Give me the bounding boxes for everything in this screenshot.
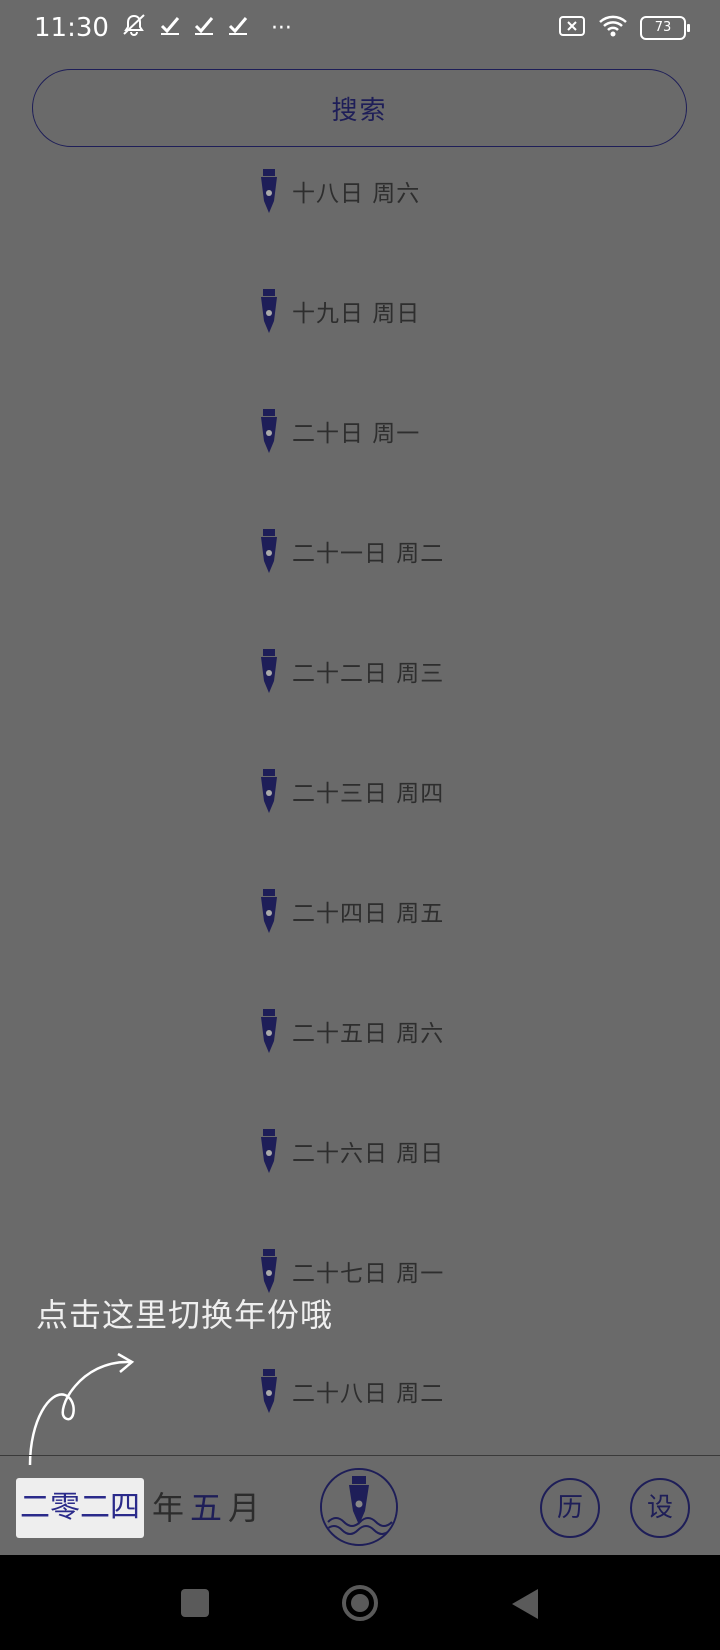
bottom-bar: 二零二四 年五月 历 设 — [0, 1455, 720, 1556]
search-label: 搜索 — [331, 95, 388, 126]
pen-nib-icon — [261, 1369, 277, 1413]
day-label: 二十二日 周三 — [292, 661, 445, 687]
mute-icon — [121, 13, 147, 43]
day-label: 二十三日 周四 — [292, 781, 445, 807]
pen-nib-icon — [261, 529, 277, 573]
month-value[interactable]: 五 — [190, 1489, 228, 1527]
sim-off-icon — [558, 15, 586, 41]
back-icon[interactable] — [510, 1587, 540, 1621]
battery-indicator: 73 — [640, 16, 690, 40]
pen-logo-button[interactable] — [320, 1468, 398, 1546]
check-icon — [159, 13, 181, 43]
check-icon — [227, 13, 249, 43]
day-label: 二十四日 周五 — [292, 901, 445, 927]
year-switch-button[interactable]: 二零二四 — [16, 1478, 144, 1538]
day-item[interactable]: 二十三日 周四 — [258, 766, 444, 816]
day-item[interactable]: 二十日 周一 — [258, 406, 420, 456]
pen-nib-icon — [261, 1009, 277, 1053]
pen-nib-icon — [261, 289, 277, 333]
home-icon[interactable] — [341, 1584, 379, 1622]
status-bar: 11:30 ··· 73 — [0, 0, 720, 56]
system-nav-bar — [0, 1555, 720, 1650]
recent-apps-icon[interactable] — [181, 1589, 209, 1617]
check-icon — [193, 13, 215, 43]
pen-nib-icon — [261, 169, 277, 213]
curved-arrow-icon — [28, 1352, 135, 1466]
pen-nib-icon — [261, 1249, 277, 1293]
pen-nib-icon — [261, 409, 277, 453]
day-label: 二十日 周一 — [292, 421, 421, 447]
month-suffix: 月 — [228, 1489, 267, 1527]
calendar-button[interactable]: 历 — [540, 1478, 600, 1538]
day-label: 十九日 周日 — [292, 301, 421, 327]
status-time: 11:30 — [34, 13, 109, 43]
day-item[interactable]: 十八日 周六 — [258, 166, 420, 216]
day-label: 二十五日 周六 — [292, 1021, 445, 1047]
more-dots-icon: ··· — [270, 15, 292, 41]
day-item[interactable]: 二十七日 周一 — [258, 1246, 444, 1296]
settings-button[interactable]: 设 — [630, 1478, 690, 1538]
pen-nib-icon — [261, 1129, 277, 1173]
day-label: 二十六日 周日 — [292, 1141, 445, 1167]
year-suffix: 年 — [152, 1489, 191, 1527]
day-label: 二十一日 周二 — [292, 541, 445, 567]
day-label: 二十七日 周一 — [292, 1261, 445, 1287]
pen-nib-icon — [261, 889, 277, 933]
search-button[interactable]: 搜索 — [32, 69, 687, 147]
pen-nib-icon — [261, 769, 277, 813]
day-label: 十八日 周六 — [292, 181, 421, 207]
pen-logo-icon — [322, 1470, 396, 1544]
tutorial-hint-text: 点击这里切换年份哦 — [36, 1296, 334, 1334]
day-item[interactable]: 二十二日 周三 — [258, 646, 444, 696]
day-item[interactable]: 二十六日 周日 — [258, 1126, 444, 1176]
wifi-icon — [598, 14, 628, 42]
day-item[interactable]: 十九日 周日 — [258, 286, 420, 336]
pen-nib-icon — [261, 649, 277, 693]
day-item[interactable]: 二十四日 周五 — [258, 886, 444, 936]
day-item[interactable]: 二十一日 周二 — [258, 526, 444, 576]
day-item[interactable]: 二十五日 周六 — [258, 1006, 444, 1056]
year-month-label: 年五月 — [152, 1478, 266, 1538]
day-item[interactable]: 二十八日 周二 — [258, 1366, 444, 1416]
day-label: 二十八日 周二 — [292, 1381, 445, 1407]
